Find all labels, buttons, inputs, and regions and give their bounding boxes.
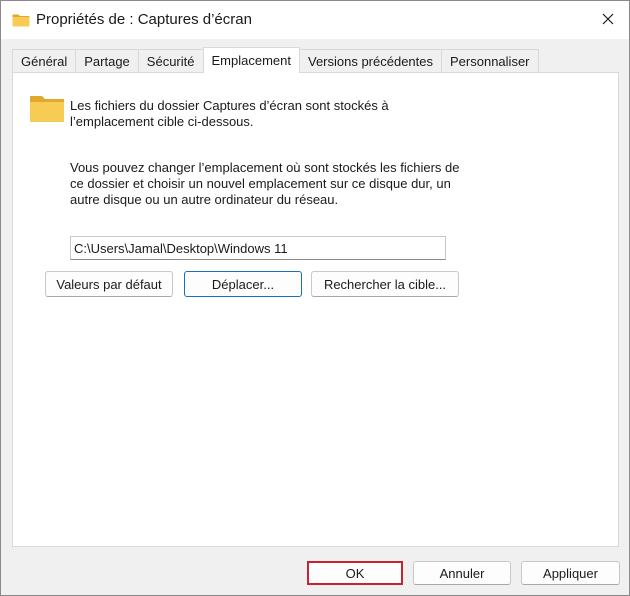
tab-sharing[interactable]: Partage <box>75 49 138 73</box>
title-bar: Propriétés de : Captures d’écran <box>1 1 629 39</box>
tab-general[interactable]: Général <box>12 49 76 73</box>
tab-strip: Général Partage Sécurité Emplacement Ver… <box>12 47 539 73</box>
tab-location[interactable]: Emplacement <box>202 47 300 73</box>
restore-default-button[interactable]: Valeurs par défaut <box>45 271 173 297</box>
find-target-button[interactable]: Rechercher la cible... <box>311 271 459 297</box>
properties-dialog: Propriétés de : Captures d’écran Général… <box>0 0 630 596</box>
ok-button[interactable]: OK <box>307 561 403 585</box>
tab-security[interactable]: Sécurité <box>137 49 203 73</box>
tab-customize[interactable]: Personnaliser <box>441 49 539 73</box>
location-panel: Les fichiers du dossier Captures d’écran… <box>12 72 619 547</box>
folder-icon <box>12 12 30 27</box>
location-description: Vous pouvez changer l’emplacement où son… <box>70 160 460 207</box>
close-icon <box>602 13 614 28</box>
location-path-input[interactable]: C:\Users\Jamal\Desktop\Windows 11 <box>70 236 446 260</box>
tab-previous-versions[interactable]: Versions précédentes <box>299 49 442 73</box>
apply-button[interactable]: Appliquer <box>521 561 620 585</box>
folder-icon <box>29 93 65 123</box>
close-button[interactable] <box>587 1 629 39</box>
window-title: Propriétés de : Captures d’écran <box>36 11 252 28</box>
move-button[interactable]: Déplacer... <box>184 271 302 297</box>
cancel-button[interactable]: Annuler <box>413 561 511 585</box>
location-info-text: Les fichiers du dossier Captures d’écran… <box>70 98 389 129</box>
